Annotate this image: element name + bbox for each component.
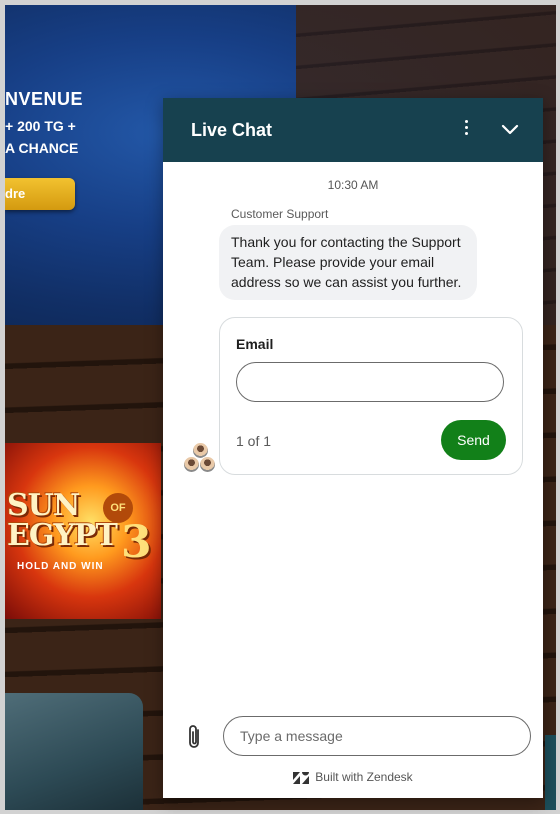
send-button[interactable]: Send <box>441 420 506 460</box>
message-bubble: Thank you for contacting the Support Tea… <box>219 225 477 300</box>
game-tile-right[interactable] <box>545 735 556 810</box>
game-tile-sun-of-egypt[interactable]: SUN EGYPT OF 3 HOLD AND WIN <box>5 443 161 619</box>
email-label: Email <box>236 336 274 352</box>
chat-header: Live Chat <box>163 98 543 162</box>
game-tile-bottom[interactable] <box>5 693 143 810</box>
email-form-card: Email 1 of 1 Send <box>219 317 523 475</box>
chat-title: Live Chat <box>191 120 273 140</box>
paperclip-icon[interactable] <box>185 724 205 750</box>
footer-text: Built with Zendesk <box>315 770 413 784</box>
zendesk-logo-icon <box>293 771 310 784</box>
promo-title: NVENUE <box>5 89 84 109</box>
promo-line-1: + 200 TG + <box>5 118 76 134</box>
message-timestamp: 10:30 AM <box>327 178 379 192</box>
promo-line-2: A CHANCE <box>5 140 79 156</box>
form-step-count: 1 of 1 <box>236 433 272 449</box>
zendesk-footer[interactable]: Built with Zendesk <box>163 770 543 784</box>
promo-text: NVENUE + 200 TG + A CHANCE <box>5 89 83 156</box>
game-title: SUN EGYPT <box>7 491 118 553</box>
promo-button[interactable]: dre <box>5 178 75 210</box>
live-chat-widget: Live Chat 10:30 AM Customer Support Than… <box>163 98 543 798</box>
game-title-number: 3 <box>121 517 152 568</box>
game-title-line-2: EGYPT <box>7 518 118 553</box>
chevron-down-icon[interactable] <box>499 120 521 140</box>
sender-name: Customer Support <box>231 207 329 221</box>
email-field[interactable] <box>236 362 504 402</box>
message-input[interactable] <box>223 716 531 756</box>
game-subtitle: HOLD AND WIN <box>17 561 104 572</box>
agent-avatars-icon <box>183 442 217 476</box>
kebab-menu-icon[interactable] <box>459 120 473 140</box>
